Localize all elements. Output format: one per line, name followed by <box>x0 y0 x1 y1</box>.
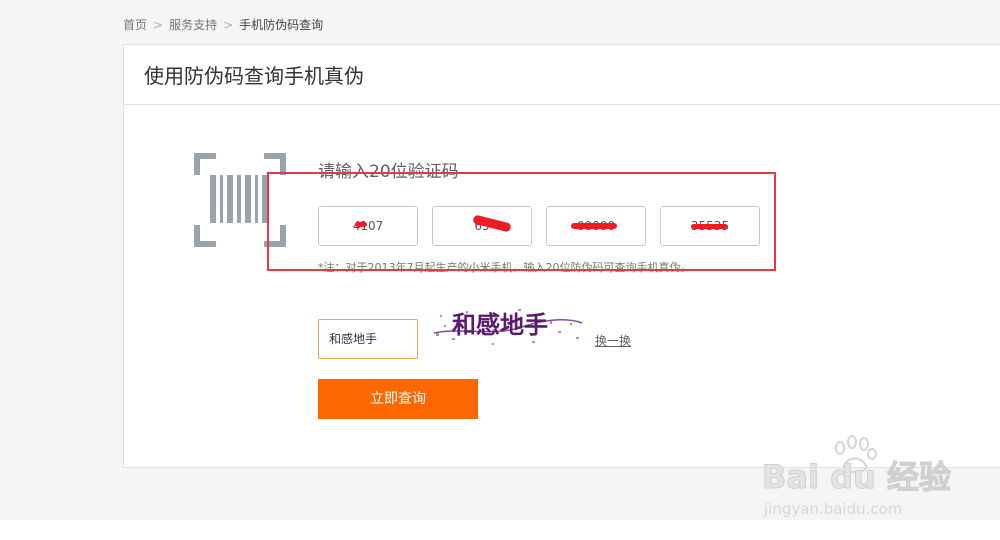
breadcrumb-support[interactable]: 服务支持 <box>169 18 217 32</box>
page-title: 使用防伪码查询手机真伪 <box>144 64 364 88</box>
page-footer-strip <box>0 520 1000 540</box>
submit-query-button[interactable]: 立即查询 <box>318 379 478 419</box>
captcha-text: 和感地手 <box>452 311 548 339</box>
card-header: 使用防伪码查询手机真伪 <box>124 45 1000 105</box>
watermark-url: jingyan.baidu.com <box>763 500 902 518</box>
captcha-input[interactable]: 和感地手 <box>318 319 418 359</box>
query-card: 使用防伪码查询手机真伪 请输入20位验证码 4107 65 00000 3 <box>123 44 1000 468</box>
breadcrumb-home[interactable]: 首页 <box>123 18 147 32</box>
annotation-highlight-box <box>267 172 776 271</box>
watermark-brand: Bai du 经验 <box>762 458 951 496</box>
breadcrumb-current: 手机防伪码查询 <box>239 18 324 32</box>
breadcrumb: 首页 > 服务支持 > 手机防伪码查询 <box>123 16 323 33</box>
captcha-image[interactable]: 和感地手 <box>432 303 584 349</box>
breadcrumb-separator: > <box>153 18 164 32</box>
breadcrumb-separator: > <box>223 18 234 32</box>
refresh-captcha-link[interactable]: 换一换 <box>595 332 631 349</box>
baidu-jingyan-watermark: Bai du 经验 jingyan.baidu.com <box>762 435 951 518</box>
